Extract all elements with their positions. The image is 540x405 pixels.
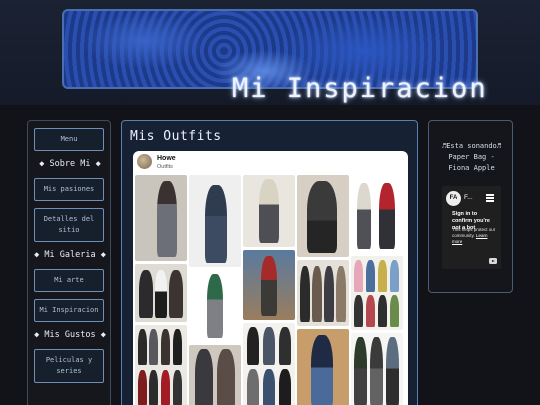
outfit-photo[interactable] (297, 329, 349, 405)
outfit-photo[interactable] (189, 175, 241, 267)
now-playing-heading: ♬Esta sonando♬ (441, 142, 501, 150)
playlist-icon[interactable] (486, 194, 494, 202)
pin-user-name[interactable]: Howe (157, 155, 176, 162)
sidebar-heading-mis-gustos: ◆ Mis Gustos ◆ (34, 330, 106, 340)
outfit-photo[interactable] (243, 250, 295, 320)
now-playing-artist: Fiona Apple (448, 164, 495, 172)
outfit-photo[interactable] (351, 256, 403, 330)
outfit-photo[interactable] (189, 270, 241, 342)
section-title: Mis Outfits (130, 129, 222, 144)
outfit-photo-grid (133, 175, 408, 405)
page-title: Mi Inspiracion (232, 73, 488, 104)
outfit-photo[interactable] (135, 175, 187, 261)
outfit-photo[interactable] (297, 175, 349, 257)
pin-board-name[interactable]: Outfits (157, 164, 173, 170)
outfit-photo[interactable] (135, 264, 187, 322)
outfit-photo[interactable] (189, 345, 241, 405)
now-playing-text: ♬Esta sonando♬ Paper Bag - Fiona Apple (429, 141, 514, 174)
bot-check-note: This helps protect our community. Learn … (452, 227, 496, 244)
youtube-embed[interactable]: FA F... Sign in to confirm you're not a … (442, 186, 501, 269)
now-playing-song: Paper Bag - (448, 153, 495, 161)
avatar[interactable] (137, 154, 152, 169)
outfit-photo[interactable] (351, 175, 403, 253)
pinterest-embed[interactable]: Howe Outfits (133, 151, 408, 405)
video-title: F... (464, 194, 473, 201)
site-header: Mi Inspiracion (0, 0, 540, 105)
outfit-photo[interactable] (243, 323, 295, 405)
sidebar-heading-sobre-mi: ◆ Sobre Mi ◆ (39, 159, 101, 169)
outfit-photo[interactable] (297, 260, 349, 326)
sidebar-heading-mi-galeria: ◆ Mi Galeria ◆ (34, 250, 106, 260)
outfit-photo[interactable] (351, 333, 403, 405)
outfit-photo[interactable] (243, 175, 295, 247)
sidebar-item-detalles-del-sitio[interactable]: Detalles del sitio (34, 208, 104, 242)
youtube-logo-icon[interactable] (489, 258, 497, 264)
outfit-photo[interactable] (135, 325, 187, 405)
sidebar-item-mi-inspiracion[interactable]: Mi Inspiracion (34, 299, 104, 322)
sidebar-nav: Menu ◆ Sobre Mi ◆ Mis pasiones Detalles … (27, 120, 111, 405)
main-panel: Mis Outfits Howe Outfits (121, 120, 418, 405)
sidebar-item-peliculas-y-series[interactable]: Peliculas y series (34, 349, 104, 383)
sidebar-item-mi-arte[interactable]: Mi arte (34, 269, 104, 292)
channel-avatar: FA (446, 191, 461, 206)
pin-header: Howe Outfits (137, 154, 397, 174)
now-playing-panel: ♬Esta sonando♬ Paper Bag - Fiona Apple F… (428, 120, 513, 293)
sidebar-item-mis-pasiones[interactable]: Mis pasiones (34, 178, 104, 201)
sidebar-item-menu[interactable]: Menu (34, 128, 104, 151)
